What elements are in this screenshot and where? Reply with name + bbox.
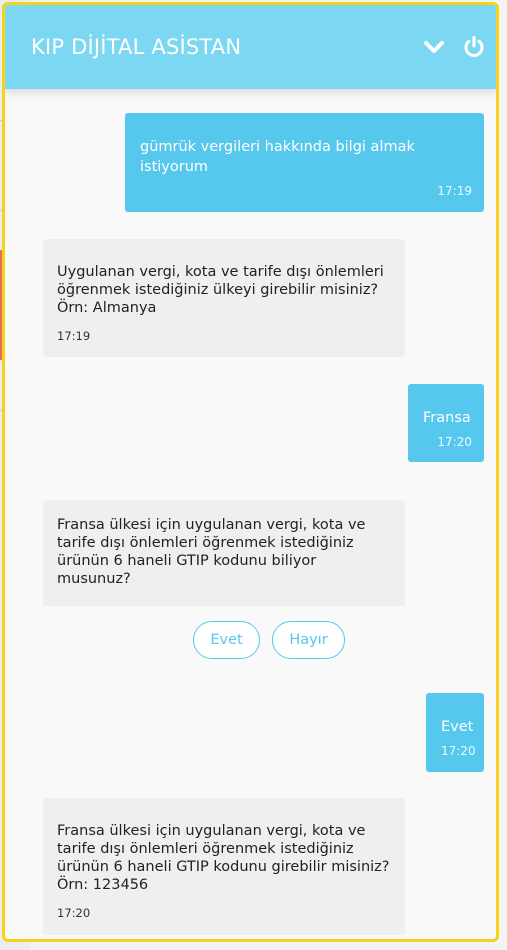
power-icon[interactable] <box>460 33 488 61</box>
message-text: gümrük vergileri hakkında bilgi almak is… <box>140 139 415 175</box>
bot-message: Fransa ülkesi için uygulanan vergi, kota… <box>43 500 405 606</box>
message-time: 17:20 <box>57 906 91 920</box>
chevron-down-icon[interactable] <box>420 33 448 61</box>
user-message: Fransa 17:20 <box>408 384 484 462</box>
message-text: Fransa ülkesi için uygulanan vergi, kota… <box>57 517 366 587</box>
message-time: 17:20 <box>441 744 476 758</box>
quick-reply-evet-button[interactable]: Evet <box>193 621 260 659</box>
message-time: 17:19 <box>57 329 91 343</box>
chat-window: KIP DİJİTAL ASİSTAN gümrük vergileri hak… <box>2 2 499 942</box>
user-message: Evet 17:20 <box>426 693 484 772</box>
message-time: 17:19 <box>437 184 472 198</box>
chat-header: KIP DİJİTAL ASİSTAN <box>5 5 496 89</box>
message-text: Fransa <box>423 410 471 426</box>
chat-title: KIP DİJİTAL ASİSTAN <box>31 35 242 59</box>
quick-reply-hayir-button[interactable]: Hayır <box>272 621 345 659</box>
user-message: gümrük vergileri hakkında bilgi almak is… <box>125 113 484 212</box>
header-actions <box>420 33 488 61</box>
message-text: Fransa ülkesi için uygulanan vergi, kota… <box>57 823 390 893</box>
message-time: 17:20 <box>437 435 472 449</box>
quick-replies: Evet Hayır <box>193 621 345 659</box>
message-text: Evet <box>441 719 474 735</box>
bot-message: Fransa ülkesi için uygulanan vergi, kota… <box>43 798 405 935</box>
message-list: gümrük vergileri hakkında bilgi almak is… <box>5 89 496 939</box>
message-text: Uygulanan vergi, kota ve tarife dışı önl… <box>57 264 384 316</box>
bot-message: Uygulanan vergi, kota ve tarife dışı önl… <box>43 239 405 357</box>
